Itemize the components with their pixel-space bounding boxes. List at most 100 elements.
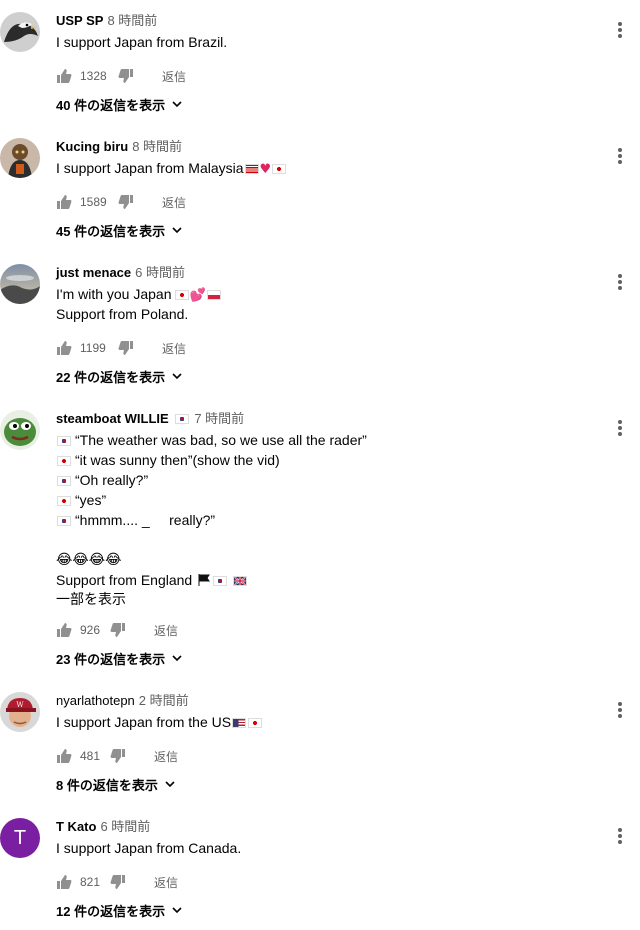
author-name[interactable]: USP SP	[56, 13, 103, 28]
view-replies-label: 23 件の返信を表示	[56, 651, 166, 667]
comment-toolbar: 1199 返信	[56, 336, 186, 360]
chevron-down-icon	[171, 652, 183, 664]
thumbs-down-icon[interactable]	[110, 748, 126, 764]
reply-button[interactable]: 返信	[162, 194, 186, 211]
more-vert-icon[interactable]	[614, 700, 626, 720]
comment-header: steamboat WILLIE 7 時間前	[56, 410, 244, 428]
view-replies-label: 45 件の返信を表示	[56, 223, 166, 239]
view-replies-label: 8 件の返信を表示	[56, 777, 158, 793]
more-vert-icon[interactable]	[614, 146, 626, 166]
comment-line-text: “it was sunny then”(show the vid)	[75, 452, 280, 468]
thumbs-up-icon[interactable]	[56, 194, 72, 210]
comment-text: I'm with you Japan 💕 Support from Poland.	[56, 284, 596, 324]
thumbs-down-icon[interactable]	[110, 874, 126, 890]
comment-time[interactable]: 8 時間前	[132, 139, 182, 154]
comment-header: USP SP 8 時間前	[56, 12, 157, 30]
comment-header: T Kato 6 時間前	[56, 818, 150, 836]
thumbs-up-icon[interactable]	[56, 68, 72, 84]
thumbs-down-icon[interactable]	[118, 340, 134, 356]
avatar[interactable]: W	[0, 692, 40, 732]
comment-toolbar: 821 返信	[56, 870, 178, 894]
thumbs-down-icon[interactable]	[110, 622, 126, 638]
comment-time[interactable]: 7 時間前	[194, 411, 244, 426]
view-replies-button[interactable]: 12 件の返信を表示	[56, 900, 183, 920]
author-name[interactable]: steamboat WILLIE	[56, 411, 169, 426]
author-name[interactable]: just menace	[56, 265, 131, 280]
author-name[interactable]: nyarlathotepn	[56, 693, 135, 708]
reply-button[interactable]: 返信	[162, 68, 186, 85]
comment-toolbar: 926 返信	[56, 618, 178, 642]
thumbs-down-icon[interactable]	[118, 194, 134, 210]
more-vert-icon[interactable]	[614, 826, 626, 846]
comment-line: 😂😂😂😂	[56, 552, 122, 568]
comment-line: “Oh really?”	[56, 470, 596, 490]
comment-header: nyarlathotepn 2 時間前	[56, 692, 189, 710]
comment-line: “it was sunny then”(show the vid)	[56, 450, 596, 470]
view-replies-button[interactable]: 8 件の返信を表示	[56, 774, 176, 794]
thumbs-down-icon[interactable]	[118, 68, 134, 84]
comment-line: “yes”	[56, 490, 596, 510]
eagle-avatar	[0, 12, 40, 52]
comment-line: Support from Poland.	[56, 306, 189, 322]
view-replies-button[interactable]: 45 件の返信を表示	[56, 220, 183, 240]
character-avatar	[0, 138, 40, 178]
comment-line: I support Japan from the US	[56, 712, 596, 732]
flag-japan-icon	[57, 496, 71, 506]
comment-line-text: I support Japan from Malaysia	[56, 160, 244, 176]
author-name[interactable]: T Kato	[56, 819, 96, 834]
comment-line: “The weather was bad, so we use all the …	[56, 430, 596, 450]
thumbs-up-icon[interactable]	[56, 748, 72, 764]
comment-line: I support Japan from Malaysia ♥	[56, 158, 596, 178]
more-vert-icon[interactable]	[614, 272, 626, 292]
avatar[interactable]	[0, 138, 40, 178]
like-count: 1328	[80, 69, 107, 83]
chevron-down-icon	[171, 370, 183, 382]
view-replies-label: 40 件の返信を表示	[56, 97, 166, 113]
black-flag-icon	[198, 571, 211, 586]
pepe-avatar	[0, 410, 40, 450]
thumbs-up-icon[interactable]	[56, 622, 72, 638]
view-replies-button[interactable]: 40 件の返信を表示	[56, 94, 183, 114]
like-count: 1199	[80, 341, 106, 355]
chevron-down-icon	[171, 224, 183, 236]
comment-time[interactable]: 6 時間前	[135, 265, 185, 280]
reply-button[interactable]: 返信	[154, 874, 178, 891]
comment-header: just menace 6 時間前	[56, 264, 185, 282]
avatar[interactable]	[0, 12, 40, 52]
comment-line-text: “hmmm.... _ really?”	[75, 512, 216, 528]
view-replies-label: 12 件の返信を表示	[56, 903, 166, 919]
like-count: 481	[80, 749, 101, 763]
show-less-button[interactable]: 一部を表示	[56, 590, 596, 608]
comment-line: Support from England	[56, 570, 596, 590]
author-name[interactable]: Kucing biru	[56, 139, 128, 154]
two-hearts-icon: 💕	[189, 288, 206, 303]
reply-button[interactable]: 返信	[162, 340, 186, 357]
flag-poland-icon	[206, 290, 221, 300]
more-vert-icon[interactable]	[614, 20, 626, 40]
svg-text:W: W	[16, 701, 24, 709]
comment-line: “hmmm.... _ really?”	[56, 510, 596, 530]
like-count: 926	[80, 623, 101, 637]
flag-japan-icon	[174, 290, 189, 300]
thumbs-up-icon[interactable]	[56, 874, 72, 890]
more-vert-icon[interactable]	[614, 418, 626, 438]
thumbs-up-icon[interactable]	[56, 340, 72, 356]
like-count: 1589	[80, 195, 107, 209]
comment-line-text: “yes”	[75, 492, 107, 508]
view-replies-button[interactable]: 23 件の返信を表示	[56, 648, 183, 668]
avatar[interactable]	[0, 410, 40, 450]
flag-usa-icon	[232, 718, 247, 728]
flag-japan-icon	[248, 718, 263, 728]
comment-time[interactable]: 8 時間前	[107, 13, 157, 28]
avatar[interactable]: T	[0, 818, 40, 858]
flag-korea-icon	[57, 516, 71, 526]
view-replies-label: 22 件の返信を表示	[56, 369, 166, 385]
view-replies-button[interactable]: 22 件の返信を表示	[56, 366, 183, 386]
reply-button[interactable]: 返信	[154, 748, 178, 765]
flag-japan-icon	[57, 456, 71, 466]
landscape-avatar	[0, 264, 40, 304]
comment-time[interactable]: 2 時間前	[139, 693, 189, 708]
avatar[interactable]	[0, 264, 40, 304]
comment-time[interactable]: 6 時間前	[100, 819, 150, 834]
reply-button[interactable]: 返信	[154, 622, 178, 639]
